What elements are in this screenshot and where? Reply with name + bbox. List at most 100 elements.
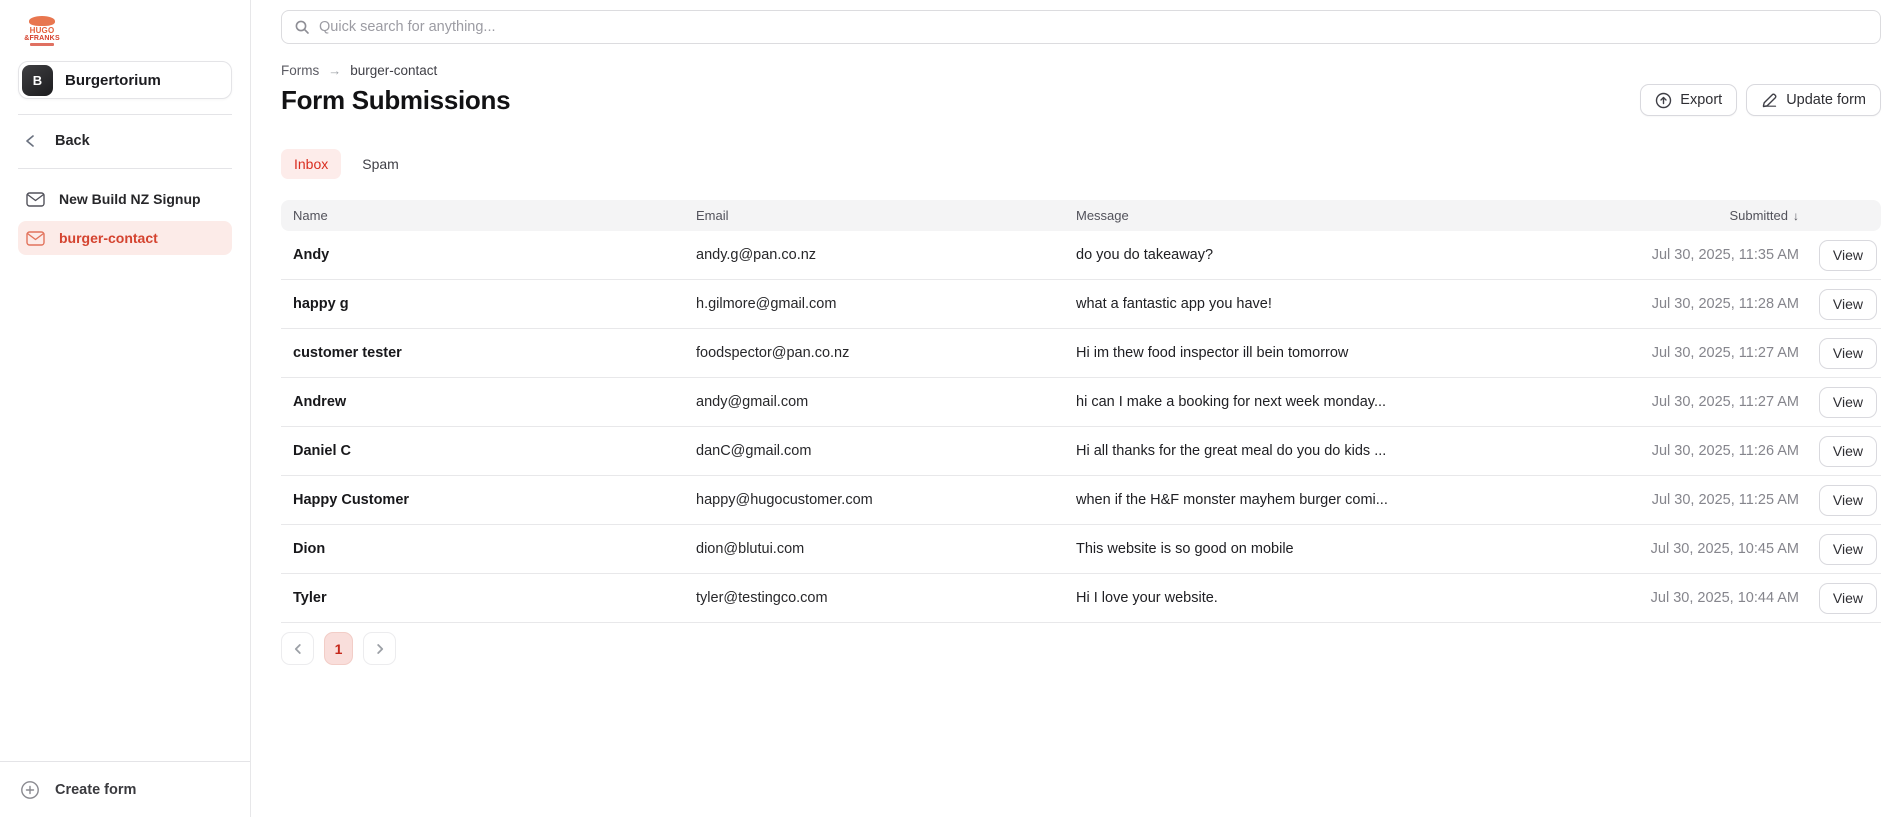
logo-text-line1: HUGO [22,27,62,35]
update-form-label: Update form [1786,92,1866,108]
submission-email: tyler@testingco.com [684,590,1064,606]
view-button[interactable]: View [1819,436,1877,467]
table-row: Happy Customer happy@hugocustomer.com wh… [281,476,1881,525]
breadcrumb: Forms → burger-contact [281,63,1881,78]
logo-text-line2: &FRANKS [22,35,62,42]
table-row: Daniel C danC@gmail.com Hi all thanks fo… [281,427,1881,476]
submission-message: hi can I make a booking for next week mo… [1064,394,1591,410]
submission-name-link[interactable]: Daniel C [293,443,351,459]
submission-email: andy.g@pan.co.nz [684,247,1064,263]
envelope-icon [26,192,45,207]
submission-message: Hi all thanks for the great meal do you … [1064,443,1591,459]
table-row: Andrew andy@gmail.com hi can I make a bo… [281,378,1881,427]
submissions-table: Name Email Message Submitted ↓ Andy andy… [281,200,1881,623]
back-button[interactable]: Back [0,123,250,159]
search-input[interactable] [319,19,1868,35]
sort-desc-icon: ↓ [1793,209,1799,223]
back-label: Back [55,133,90,149]
envelope-icon [26,231,45,246]
submission-message: Hi I love your website. [1064,590,1591,606]
export-icon [1655,92,1672,109]
submission-name-link[interactable]: Happy Customer [293,492,409,508]
view-button[interactable]: View [1819,338,1877,369]
table-row: customer tester foodspector@pan.co.nz Hi… [281,329,1881,378]
column-header-email: Email [684,208,1064,223]
arrow-right-icon: → [328,63,341,78]
submission-email: h.gilmore@gmail.com [684,296,1064,312]
submission-email: andy@gmail.com [684,394,1064,410]
tab-inbox[interactable]: Inbox [281,149,341,179]
submission-name-link[interactable]: Tyler [293,590,327,606]
submission-date: Jul 30, 2025, 11:28 AM [1591,296,1801,312]
table-row: Tyler tyler@testingco.com Hi I love your… [281,574,1881,623]
pagination: 1 [281,632,1881,665]
search-icon [294,19,310,35]
next-page-button[interactable] [363,632,396,665]
create-form-button[interactable]: Create form [0,761,250,817]
sidebar: HUGO &FRANKS B Burgertorium Back New Bui… [0,0,251,817]
view-button[interactable]: View [1819,485,1877,516]
table-header: Name Email Message Submitted ↓ [281,200,1881,231]
column-header-name: Name [281,208,684,223]
sidebar-item-label: burger-contact [59,230,158,246]
sidebar-item-label: New Build NZ Signup [59,191,201,207]
quick-search[interactable] [281,10,1881,44]
table-row: Andy andy.g@pan.co.nz do you do takeaway… [281,231,1881,280]
submission-name-link[interactable]: Dion [293,541,325,557]
arrow-left-icon [22,132,40,150]
submission-message: when if the H&F monster mayhem burger co… [1064,492,1591,508]
column-header-message: Message [1064,208,1591,223]
submission-date: Jul 30, 2025, 11:35 AM [1591,247,1801,263]
plus-circle-icon [20,780,40,800]
view-button[interactable]: View [1819,387,1877,418]
submission-email: foodspector@pan.co.nz [684,345,1064,361]
table-row: happy g h.gilmore@gmail.com what a fanta… [281,280,1881,329]
brand-logo: HUGO &FRANKS [22,16,62,46]
view-button[interactable]: View [1819,240,1877,271]
table-body: Andy andy.g@pan.co.nz do you do takeaway… [281,231,1881,623]
column-header-submitted[interactable]: Submitted ↓ [1591,208,1801,223]
view-button[interactable]: View [1819,583,1877,614]
submission-name-link[interactable]: happy g [293,296,349,312]
submission-message: Hi im thew food inspector ill bein tomor… [1064,345,1591,361]
submission-name-link[interactable]: Andrew [293,394,346,410]
update-form-button[interactable]: Update form [1746,84,1881,116]
submission-date: Jul 30, 2025, 11:27 AM [1591,345,1801,361]
submission-name-link[interactable]: customer tester [293,345,402,361]
workspace-avatar: B [22,65,53,96]
prev-page-button[interactable] [281,632,314,665]
table-row: Dion dion@blutui.com This website is so … [281,525,1881,574]
sidebar-divider [18,114,232,115]
pencil-icon [1761,92,1778,109]
submission-name-link[interactable]: Andy [293,247,329,263]
page-title: Form Submissions [281,85,510,116]
page-number-button[interactable]: 1 [324,632,353,665]
breadcrumb-forms[interactable]: Forms [281,63,319,78]
create-form-label: Create form [55,782,136,798]
logo-tagline-bar [30,43,54,46]
submission-date: Jul 30, 2025, 11:26 AM [1591,443,1801,459]
submission-date: Jul 30, 2025, 10:44 AM [1591,590,1801,606]
workspace-switcher[interactable]: B Burgertorium [18,61,232,99]
submission-date: Jul 30, 2025, 10:45 AM [1591,541,1801,557]
export-label: Export [1680,92,1722,108]
chevron-left-icon [291,642,305,656]
breadcrumb-burger-contact[interactable]: burger-contact [350,63,437,78]
sidebar-divider [18,168,232,169]
view-button[interactable]: View [1819,534,1877,565]
submission-email: dion@blutui.com [684,541,1064,557]
submission-message: what a fantastic app you have! [1064,296,1591,312]
submission-date: Jul 30, 2025, 11:27 AM [1591,394,1801,410]
submission-message: do you do takeaway? [1064,247,1591,263]
workspace-name: Burgertorium [65,72,161,89]
chevron-right-icon [373,642,387,656]
tab-spam[interactable]: Spam [349,149,412,179]
sidebar-item-new-build-nz-signup[interactable]: New Build NZ Signup [18,182,232,216]
submission-date: Jul 30, 2025, 11:25 AM [1591,492,1801,508]
export-button[interactable]: Export [1640,84,1737,116]
sidebar-item-burger-contact[interactable]: burger-contact [18,221,232,255]
submission-email: happy@hugocustomer.com [684,492,1064,508]
main-content: Forms → burger-contact Form Submissions … [251,0,1899,817]
view-button[interactable]: View [1819,289,1877,320]
submission-message: This website is so good on mobile [1064,541,1591,557]
